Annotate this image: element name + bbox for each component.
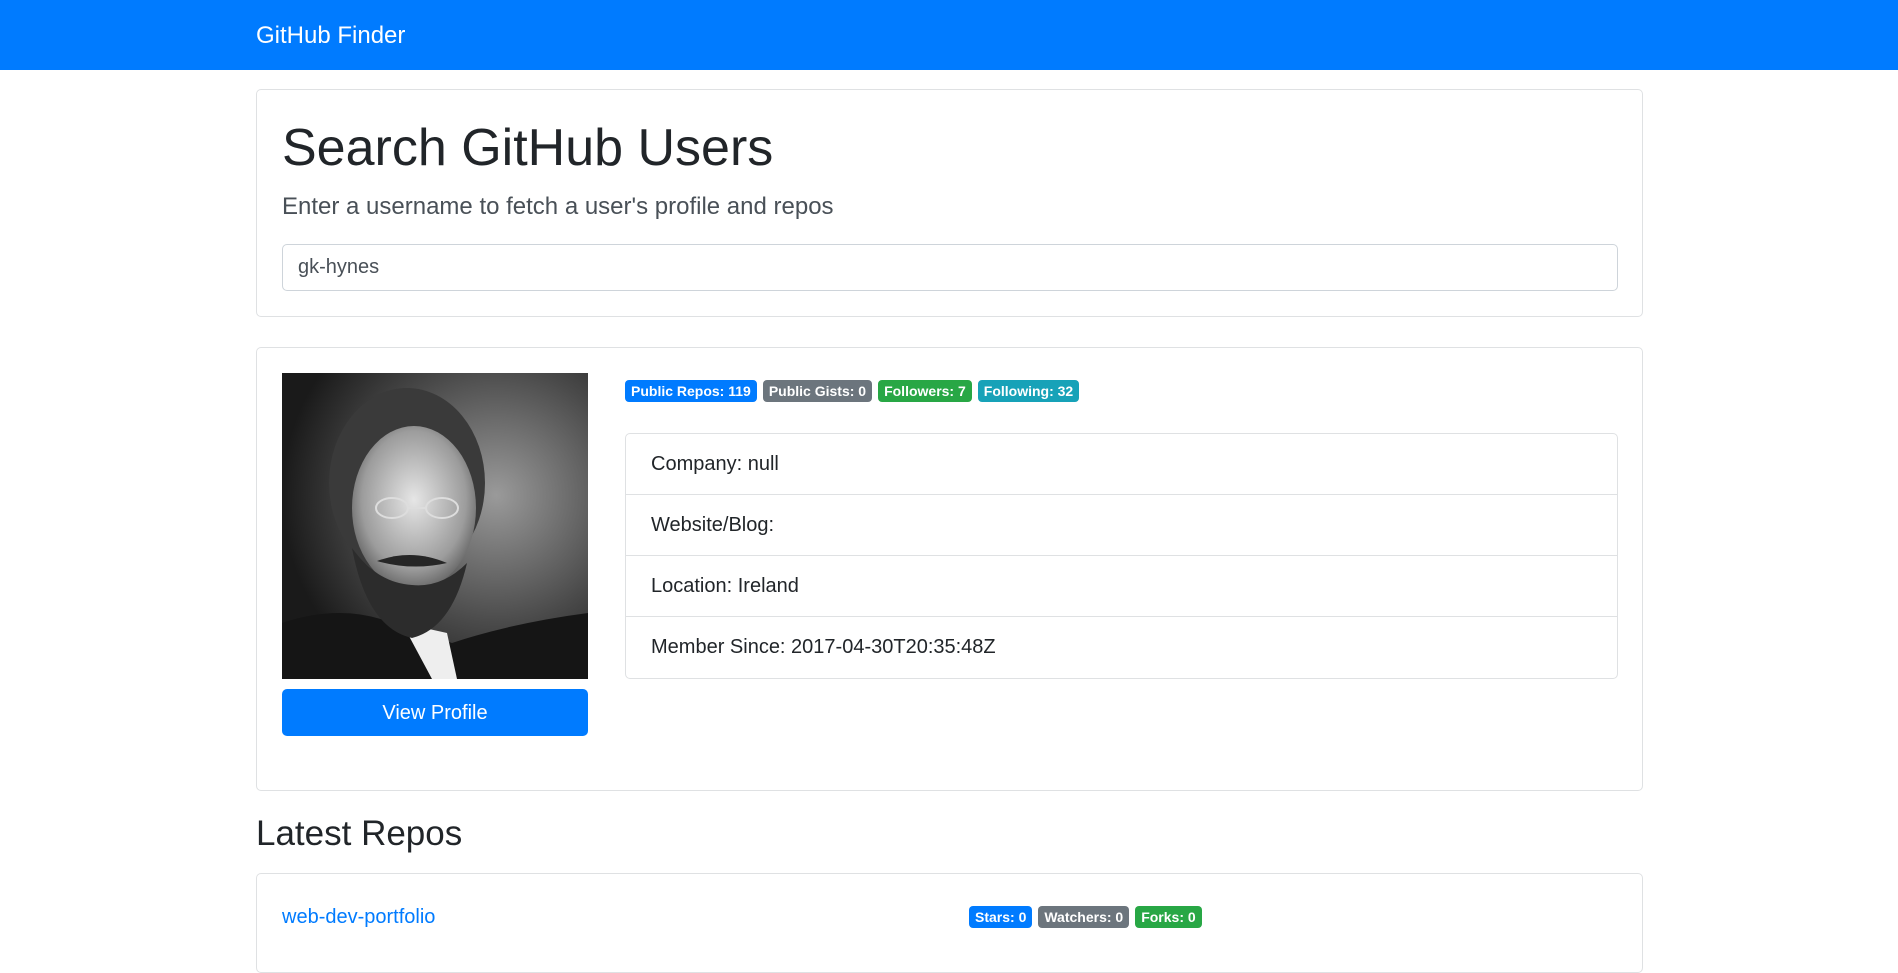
latest-repos-heading: Latest Repos [256, 814, 463, 853]
public-repos-badge: Public Repos: 119 [625, 380, 757, 402]
repo-badges: Stars: 0 Watchers: 0 Forks: 0 [969, 906, 1202, 928]
profile-card: View Profile Public Repos: 119 Public Gi… [256, 347, 1643, 791]
profile-badges: Public Repos: 119 Public Gists: 0 Follow… [625, 380, 1080, 402]
stars-badge: Stars: 0 [969, 906, 1033, 928]
company-item: Company: null [626, 434, 1617, 495]
public-gists-badge: Public Gists: 0 [762, 380, 873, 402]
search-title: Search GitHub Users [282, 119, 774, 177]
navbar: GitHub Finder [0, 0, 1898, 70]
search-lead: Enter a username to fetch a user's profi… [282, 193, 834, 220]
forks-badge: Forks: 0 [1135, 906, 1202, 928]
avatar [282, 373, 588, 679]
following-badge: Following: 32 [977, 380, 1080, 402]
location-item: Location: Ireland [626, 556, 1617, 617]
member-since-item: Member Since: 2017-04-30T20:35:48Z [651, 636, 996, 658]
watchers-badge: Watchers: 0 [1038, 906, 1130, 928]
profile-details-list: Company: null Website/Blog: Location: Ir… [625, 433, 1618, 679]
search-input[interactable] [282, 244, 1618, 291]
search-card: Search GitHub Users Enter a username to … [256, 89, 1643, 317]
website-item: Website/Blog: [626, 495, 1617, 556]
avatar-portrait-image [282, 373, 588, 679]
repo-link[interactable]: web-dev-portfolio [282, 905, 435, 929]
followers-badge: Followers: 7 [878, 380, 972, 402]
view-profile-button[interactable]: View Profile [282, 689, 588, 736]
repo-card: web-dev-portfolio Stars: 0 Watchers: 0 F… [256, 873, 1643, 973]
navbar-brand[interactable]: GitHub Finder [256, 22, 405, 50]
